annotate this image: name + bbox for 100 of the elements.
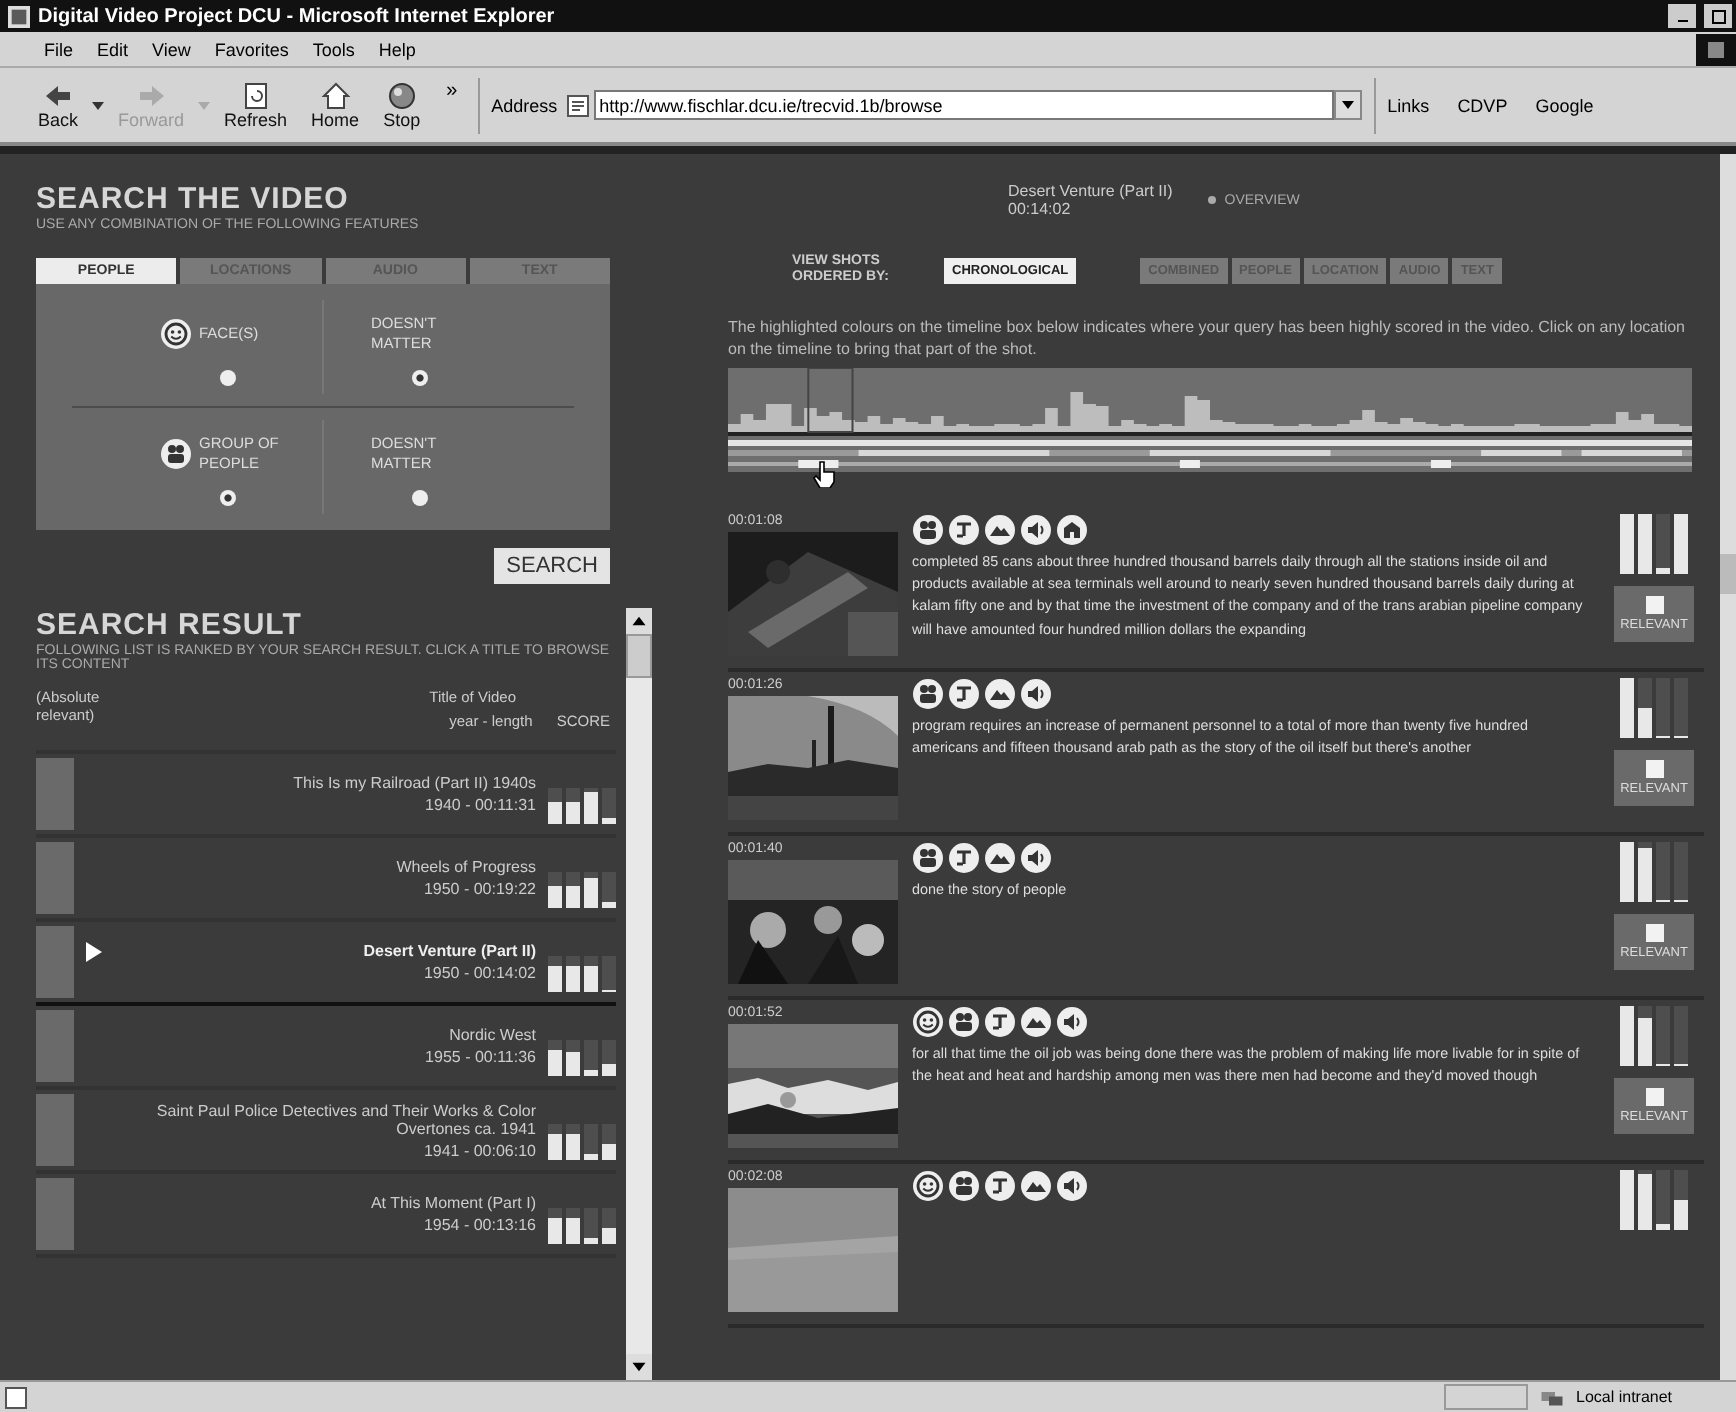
window-title: Digital Video Project DCU - Microsoft Internet Explorer xyxy=(38,5,557,27)
mountain-icon xyxy=(984,678,1016,711)
mountain-icon xyxy=(984,842,1016,875)
scrollbar[interactable] xyxy=(626,608,652,1380)
dropdown-button[interactable] xyxy=(1333,90,1362,120)
checkbox[interactable] xyxy=(1645,760,1663,779)
lines-icon xyxy=(948,678,980,711)
right-arrow-icon xyxy=(135,81,168,109)
mountain-icon xyxy=(1020,1006,1052,1039)
menu-item[interactable]: Favorites xyxy=(214,39,289,59)
video-title: Desert Venture (Part II) xyxy=(1008,182,1173,200)
stop-button[interactable]: Stop xyxy=(373,81,431,129)
result-row[interactable]: Desert Venture (Part II) 1950 - 00:14:02 xyxy=(36,922,616,1006)
video-title-link[interactable]: Saint Paul Police Detectives and Their Works & Color Overtones ca. 1941 xyxy=(86,1101,536,1137)
home-button[interactable]: Home xyxy=(301,81,370,129)
video-meta: 1955 - 00:11:36 xyxy=(425,1048,536,1066)
relevance-strip xyxy=(36,842,74,914)
speaker-icon xyxy=(1020,842,1052,875)
bullet-icon xyxy=(1208,196,1217,204)
security-zone: Local intranet xyxy=(1576,1388,1675,1406)
search-button[interactable]: SEARCH xyxy=(494,548,610,584)
video-meta: 1950 - 00:14:02 xyxy=(423,964,536,982)
speaker-icon xyxy=(1020,514,1052,547)
relevance-strip xyxy=(36,1010,74,1082)
smiley-icon xyxy=(912,1006,944,1039)
people-icon xyxy=(159,438,191,470)
result-row[interactable]: This Is my Railroad (Part II) 1940s 1940 - 00:11:31 xyxy=(36,754,616,838)
checkbox[interactable] xyxy=(1645,924,1663,943)
relevance-strip xyxy=(36,1094,74,1166)
relevance-strip xyxy=(36,758,74,830)
speaker-icon xyxy=(1056,1006,1088,1039)
timeline-drawing[interactable] xyxy=(728,368,1692,473)
checkbox[interactable] xyxy=(1645,1088,1663,1107)
back-button[interactable]: Back xyxy=(28,81,89,129)
video-meta: 1950 - 00:19:22 xyxy=(423,880,536,898)
maximize-button[interactable] xyxy=(1704,4,1732,28)
house-icon xyxy=(319,81,352,109)
video-title-link[interactable]: At This Moment (Part I) xyxy=(370,1194,536,1212)
result-row[interactable]: Wheels of Progress 1950 - 00:19:22 xyxy=(36,838,616,922)
result-row[interactable]: Saint Paul Police Detectives and Their Works & Color Overtones ca. 1941 1941 - 00:06:10 xyxy=(36,1090,616,1174)
page-icon xyxy=(239,81,272,109)
radio-button[interactable] xyxy=(219,490,235,506)
lines-icon xyxy=(948,842,980,875)
caret-icon xyxy=(198,101,211,109)
page-icon xyxy=(565,93,590,117)
people-icon xyxy=(912,514,944,547)
lines-icon xyxy=(948,514,980,547)
minimize-button[interactable] xyxy=(1668,4,1696,28)
result-row[interactable]: Nordic West 1955 - 00:11:36 xyxy=(36,1006,616,1090)
menu-item[interactable]: Tools xyxy=(312,39,355,59)
lines-icon xyxy=(984,1006,1016,1039)
hand-cursor-icon xyxy=(812,460,836,489)
caret-icon xyxy=(1341,100,1354,110)
building-icon xyxy=(1056,514,1088,547)
timeline-hint: The highlighted colours on the timeline box below indicates where your query has been highly scored in the video. Click on any location on the timeline to bring that part of the shot. xyxy=(728,315,1688,361)
radio-button[interactable] xyxy=(411,490,427,506)
speaker-icon xyxy=(1020,678,1052,711)
video-title-link[interactable]: Wheels of Progress xyxy=(396,858,536,876)
people-icon xyxy=(948,1170,980,1203)
video-title-link[interactable]: Desert Venture (Part II) xyxy=(363,942,536,960)
page-icon xyxy=(4,1385,28,1409)
smiley-icon xyxy=(912,1170,944,1203)
checkbox[interactable] xyxy=(1645,596,1663,615)
caret-icon xyxy=(92,101,105,109)
address-label: Address xyxy=(491,95,558,115)
speaker-icon xyxy=(1056,1170,1088,1203)
refresh-button[interactable]: Refresh xyxy=(214,81,298,129)
minimize-icon xyxy=(1677,19,1687,23)
relevance-strip xyxy=(36,926,74,998)
video-meta: 1940 - 00:11:31 xyxy=(425,796,536,814)
menu-item[interactable]: View xyxy=(152,39,191,59)
section-heading: SEARCH RESULT xyxy=(36,608,304,642)
video-meta: 1941 - 00:06:10 xyxy=(423,1141,536,1159)
radio-button[interactable] xyxy=(219,370,235,386)
play-icon xyxy=(86,942,102,962)
mountain-icon xyxy=(1020,1170,1052,1203)
people-icon xyxy=(912,842,944,875)
left-arrow-icon xyxy=(42,81,74,109)
radio-button[interactable] xyxy=(411,370,427,386)
globe-icon xyxy=(385,81,418,109)
menu-item[interactable]: Help xyxy=(378,39,416,59)
more-chevron[interactable]: » xyxy=(446,80,458,102)
link-item[interactable]: CDVP xyxy=(1457,95,1508,115)
video-title-link[interactable]: This Is my Railroad (Part II) 1940s xyxy=(293,774,536,792)
lines-icon xyxy=(984,1170,1016,1203)
maximize-icon xyxy=(1711,9,1725,23)
video-duration: 00:14:02 xyxy=(1008,200,1073,218)
section-heading: SEARCH THE VIDEO xyxy=(36,182,351,216)
address-field[interactable]: http://www.fischlar.dcu.ie/trecvid.1b/browse xyxy=(593,90,1334,120)
result-row[interactable]: At This Moment (Part I) 1954 - 00:13:16 xyxy=(36,1174,616,1258)
video-title-link[interactable]: Nordic West xyxy=(449,1026,536,1044)
video-meta: 1954 - 00:13:16 xyxy=(423,1216,536,1234)
scroll-thumb[interactable] xyxy=(626,634,652,678)
smiley-icon xyxy=(159,318,191,350)
people-icon xyxy=(948,1006,980,1039)
menu-item[interactable]: File xyxy=(44,39,74,59)
scrollbar[interactable] xyxy=(1720,154,1736,1380)
menu-item[interactable]: Edit xyxy=(97,39,129,59)
relevance-strip xyxy=(36,1178,74,1250)
link-item[interactable]: Google xyxy=(1535,95,1594,115)
